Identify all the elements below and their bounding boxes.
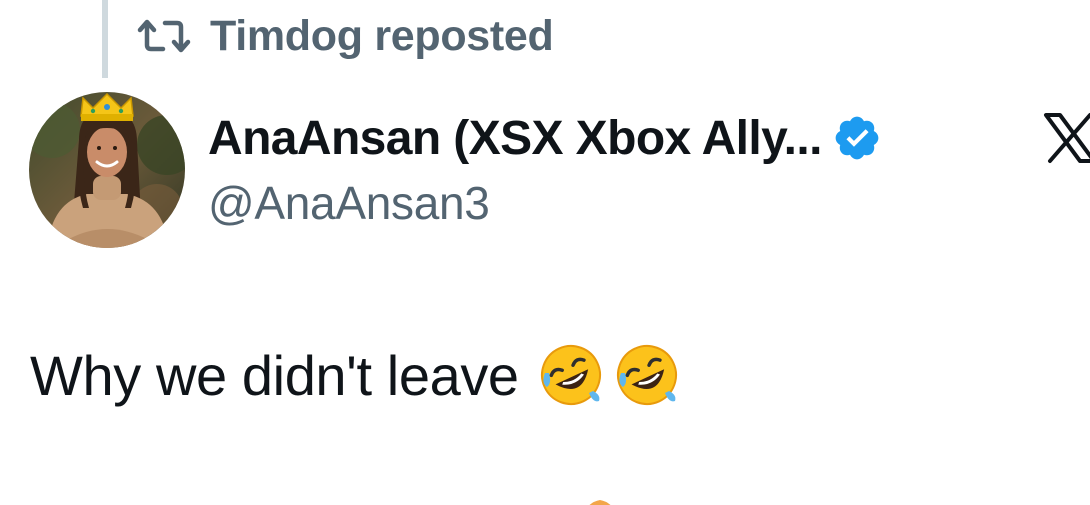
rolling-on-floor-laughing-emoji-icon (616, 345, 677, 405)
repost-indicator[interactable]: Timdog reposted (136, 10, 554, 62)
thread-connector-line (102, 0, 108, 78)
tweet-body-text: Why we didn't leave (30, 343, 519, 407)
rolling-on-floor-laughing-emoji-icon (540, 345, 601, 405)
media-preview-peek[interactable] (578, 496, 622, 505)
author-display-name[interactable]: AnaAnsan (XSX Xbox Ally... (208, 111, 822, 166)
repost-label[interactable]: Timdog reposted (210, 12, 554, 61)
avatar[interactable] (27, 90, 187, 250)
tweet-card[interactable]: Timdog reposted AnaAnsan (XSX Xbox Ally.… (0, 0, 1090, 505)
repost-icon (137, 19, 191, 53)
tweet-text: Why we didn't leave (30, 340, 679, 410)
author-name-row[interactable]: AnaAnsan (XSX Xbox Ally... (208, 108, 882, 168)
verified-badge-icon (835, 116, 879, 160)
x-logo-icon[interactable] (1042, 112, 1090, 164)
author-handle[interactable]: @AnaAnsan3 (208, 176, 490, 230)
